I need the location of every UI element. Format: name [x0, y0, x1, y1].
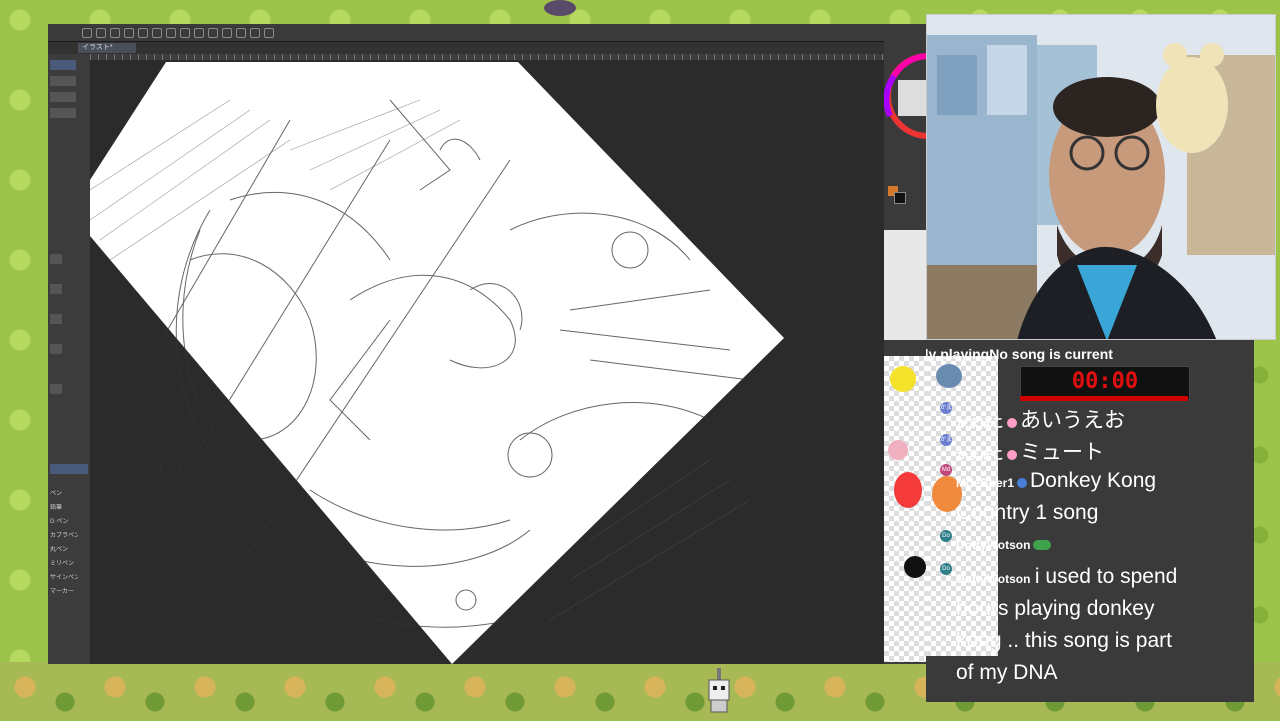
chat-text: i used to spend: [1034, 565, 1178, 588]
brush-tool-icon[interactable]: [264, 27, 274, 38]
chat-username[interactable]: DottyWotson: [956, 572, 1030, 586]
chat-text: ミュート: [1020, 441, 1105, 464]
redo-icon[interactable]: [138, 27, 148, 38]
subtool-item[interactable]: 鉛筆: [50, 504, 78, 512]
chat-username[interactable]: MdeBoer1: [956, 476, 1014, 490]
yellow-swatch[interactable]: [890, 366, 916, 392]
document-tab-bar: イラスト*: [48, 42, 928, 54]
save-icon[interactable]: [110, 27, 120, 38]
subtool-item[interactable]: サインペン: [50, 574, 78, 582]
blue-swatch[interactable]: [936, 364, 962, 388]
subtool-header[interactable]: [50, 464, 88, 474]
chat-text: あいうえお: [1020, 409, 1126, 432]
document-tab[interactable]: イラスト*: [78, 43, 136, 53]
color-wheel[interactable]: [883, 36, 971, 146]
open-file-icon[interactable]: [96, 27, 106, 38]
chat-text: of my DNA: [956, 661, 1058, 684]
chat-text: hours playing donkey: [956, 597, 1155, 620]
creature-mascot-icon: [544, 0, 576, 16]
pink-swatch[interactable]: [888, 440, 908, 460]
snap-icon[interactable]: [236, 27, 246, 38]
navigator-thumbnail[interactable]: [884, 230, 928, 340]
frog-emote-icon: [1033, 539, 1052, 550]
user-badge-icon: [1017, 477, 1028, 488]
subtool-item[interactable]: ペン: [50, 490, 78, 498]
user-badge-icon: [1007, 417, 1018, 428]
chat-username[interactable]: かまぼこ: [956, 416, 1004, 430]
tool-button[interactable]: [50, 76, 76, 86]
top-toolbar: [48, 24, 928, 42]
robot-mascot-icon: [708, 668, 730, 713]
subtool-item[interactable]: マーカー: [50, 588, 78, 596]
tool-button[interactable]: [50, 92, 76, 102]
chat-avatar: かま: [940, 402, 952, 414]
user-badge-icon: [1007, 449, 1018, 460]
mascot-sprite: [704, 668, 734, 716]
chat-avatar: かま: [940, 434, 952, 446]
new-file-icon[interactable]: [82, 27, 92, 38]
now-playing-ticker: tly playingNo song is current: [926, 346, 1113, 362]
rotated-paper: [90, 62, 784, 664]
left-tool-dock: ペン 鉛筆 G ペン カブラペン 丸ペン ミリペン サインペン マーカー: [48, 54, 90, 664]
song-progress-bar: [1020, 396, 1188, 401]
fill-icon[interactable]: [166, 27, 176, 38]
settings-icon[interactable]: [152, 27, 162, 38]
song-timer: 00:00: [1020, 366, 1190, 400]
chat-text: Country 1 song: [956, 501, 1099, 524]
chat-message: かまぼこ あいうえお: [956, 404, 1125, 434]
brush-size-button[interactable]: [50, 284, 62, 294]
black-swatch[interactable]: [904, 556, 926, 578]
tool-button[interactable]: [50, 108, 76, 118]
chat-message-continuation: of my DNA: [956, 661, 1058, 685]
chat-username[interactable]: かまぼこ: [956, 448, 1004, 462]
chat-message-continuation: Country 1 song: [956, 501, 1098, 525]
pen-tool-icon[interactable]: [250, 27, 260, 38]
brush-size-button[interactable]: [50, 314, 62, 324]
subtool-item[interactable]: G ペン: [50, 518, 78, 526]
streamer-video: [927, 15, 1275, 339]
chat-message-continuation: hours playing donkey: [956, 597, 1154, 621]
brush-size-button[interactable]: [50, 344, 62, 354]
undo-icon[interactable]: [124, 27, 134, 38]
sub-color-swatch[interactable]: [894, 192, 906, 204]
chat-username[interactable]: DottyWotson: [956, 538, 1030, 552]
transform-icon[interactable]: [180, 27, 190, 38]
sketch-canvas[interactable]: [90, 60, 884, 664]
drawing-app-window: イラスト* ペン 鉛筆 G ペン カブラペン 丸ペン ミリペン サインペン マー…: [48, 24, 971, 664]
select-icon[interactable]: [194, 27, 204, 38]
tool-button-active[interactable]: [50, 60, 76, 70]
clear-icon[interactable]: [208, 27, 218, 38]
brush-size-button[interactable]: [50, 254, 62, 264]
chat-message: DottyWotson: [956, 536, 1054, 554]
subtool-item[interactable]: カブラペン: [50, 532, 78, 540]
brush-size-button[interactable]: [50, 384, 62, 394]
chat-avatar: Do: [940, 563, 952, 575]
canvas-area[interactable]: [90, 60, 884, 664]
chat-text: kong .. this song is part: [956, 629, 1172, 652]
subtool-item[interactable]: ミリペン: [50, 560, 78, 568]
chat-message-continuation: kong .. this song is part: [956, 629, 1172, 653]
subtool-item[interactable]: 丸ペン: [50, 546, 78, 554]
chat-avatar: Do: [940, 530, 952, 542]
chat-text: Donkey Kong: [1030, 469, 1157, 492]
chat-message: かまぼこ ミュート: [956, 436, 1104, 466]
red-swatch[interactable]: [894, 472, 922, 508]
webcam-feed: [926, 14, 1276, 340]
top-mascot-sprite: [540, 0, 580, 18]
color-palette-panel[interactable]: [884, 356, 926, 662]
chat-message: MdeBoer1 Donkey Kong: [956, 469, 1156, 493]
ruler-icon[interactable]: [222, 27, 232, 38]
chat-avatar: Md: [940, 464, 952, 476]
chat-message: DottyWotson i used to spend: [956, 565, 1177, 589]
